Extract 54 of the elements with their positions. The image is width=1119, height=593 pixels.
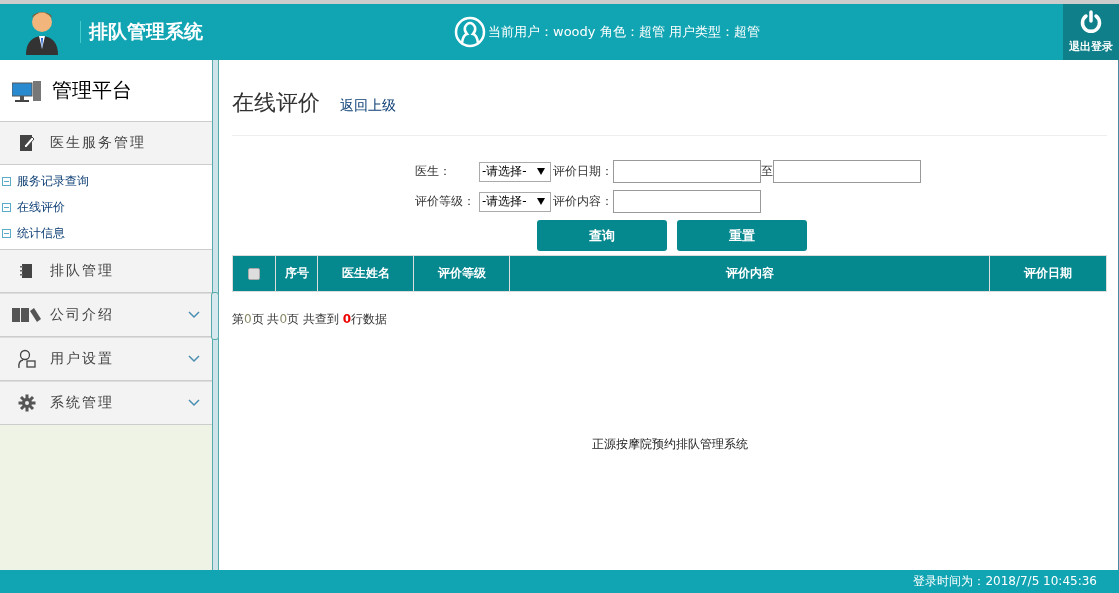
rating-level-select[interactable]: -请选择- (479, 191, 551, 212)
businessman-icon (24, 9, 60, 55)
sidebar-title: 管理平台 (52, 77, 132, 104)
reset-button[interactable]: 重置 (677, 220, 807, 251)
power-icon (1079, 10, 1103, 34)
splitter-handle[interactable] (211, 292, 219, 340)
column-header: 评价内容 (509, 256, 989, 291)
content-field[interactable] (613, 190, 761, 213)
menu-section-label: 排队管理 (50, 262, 114, 280)
start-date-field[interactable] (613, 160, 761, 183)
page-title: 在线评价 (232, 88, 320, 117)
column-header: 医生姓名 (317, 256, 413, 291)
bullet-icon (2, 176, 11, 186)
menu-section[interactable]: 公司介绍 (0, 293, 212, 337)
menu-link[interactable]: 服务记录查询 (0, 171, 212, 191)
pagination-info: 第0页 共0页 共查到 0行数据 (232, 311, 389, 328)
end-date-field[interactable] (773, 160, 921, 183)
doctor-select[interactable]: -请选择- (479, 161, 551, 182)
bullet-icon (2, 228, 11, 238)
menu-link[interactable]: 在线评价 (0, 197, 212, 217)
rating-level-label: 评价等级： (415, 193, 476, 210)
select-all-checkbox[interactable] (248, 267, 260, 280)
chevron-down-icon (188, 355, 200, 363)
menu-section[interactable]: 排队管理 (0, 249, 212, 293)
menu-section-label: 用户设置 (50, 350, 114, 368)
bullet-icon (2, 202, 11, 212)
caret-icon (537, 198, 545, 205)
menu-section-label: 公司介绍 (50, 306, 114, 324)
menu-section[interactable]: 用户设置 (0, 337, 212, 381)
doctor-label: 医生： (415, 163, 452, 180)
date-label: 评价日期： (553, 163, 613, 180)
computer-icon (12, 78, 42, 103)
search-button[interactable]: 查询 (537, 220, 667, 251)
menu-section[interactable]: 系统管理 (0, 381, 212, 425)
logout-button[interactable]: 退出登录 (1063, 4, 1119, 60)
footer-note: 正源按摩院预约排队管理系统 (591, 436, 748, 453)
content-label: 评价内容： (553, 193, 613, 210)
caret-icon (537, 168, 545, 175)
to-label: 至 (761, 163, 773, 180)
column-header: 序号 (275, 256, 317, 291)
user-icon (454, 16, 486, 48)
menu-section-label: 医生服务管理 (50, 134, 146, 152)
chevron-down-icon (188, 399, 200, 407)
user-info: 当前用户：woody 角色：超管 用户类型：超管 (488, 23, 760, 41)
menu-section-label: 系统管理 (50, 394, 114, 412)
login-time: 登录时间为：2018/7/5 10:45:36 (913, 573, 1097, 590)
app-title: 排队管理系统 (89, 19, 203, 44)
column-header: 评价日期 (989, 256, 1106, 291)
column-header: 评价等级 (413, 256, 509, 291)
chevron-down-icon (188, 311, 200, 319)
menu-link[interactable]: 统计信息 (0, 223, 212, 243)
menu-section[interactable]: 医生服务管理 (0, 121, 212, 165)
back-link[interactable]: 返回上级 (340, 90, 396, 115)
binders-icon (12, 306, 42, 324)
